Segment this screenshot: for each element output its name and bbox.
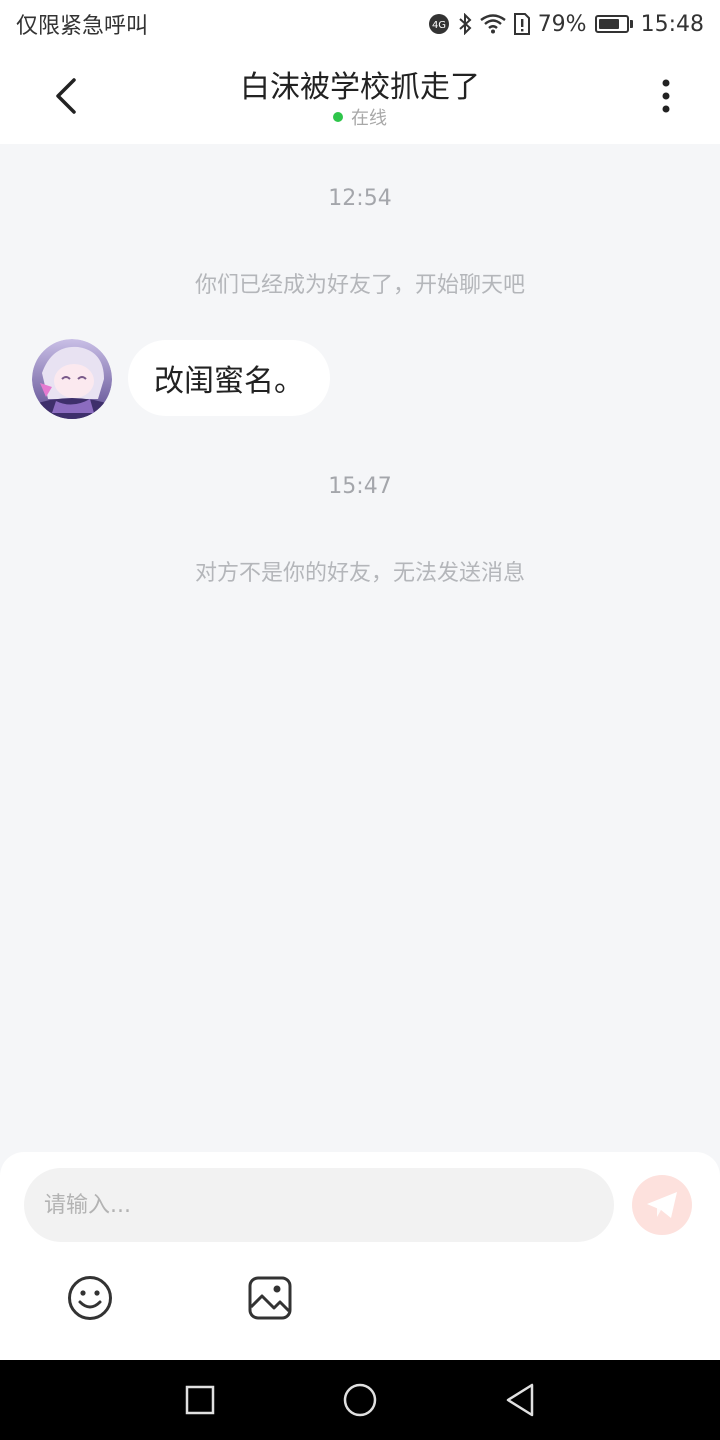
message-bubble[interactable]: 改闺蜜名。 (128, 340, 330, 416)
more-vertical-icon (662, 79, 670, 113)
carrier-text: 仅限紧急呼叫 (16, 14, 149, 39)
system-back-button[interactable] (500, 1380, 540, 1420)
contact-avatar[interactable] (32, 339, 112, 419)
system-message: 对方不是你的好友，无法发送消息 (194, 561, 525, 586)
more-button[interactable] (636, 66, 696, 126)
send-button[interactable] (632, 1175, 692, 1235)
online-status: 在线 (0, 104, 720, 130)
chat-title: 白沫被学校抓走了 (240, 70, 480, 105)
sim-alert-icon (513, 12, 530, 36)
battery-icon (594, 15, 633, 33)
svg-text:4G: 4G (432, 20, 446, 31)
battery-percent: 79% (537, 11, 587, 37)
status-bar: 仅限紧急呼叫 4G 79% 15:48 (0, 0, 720, 48)
home-circle-icon (343, 1383, 377, 1417)
paper-plane-icon (647, 1192, 677, 1218)
chat-header: 白沫被学校抓走了 在线 (0, 48, 720, 144)
image-icon (248, 1276, 292, 1320)
clock: 15:48 (640, 11, 704, 37)
message-list[interactable]: 12:54 你们已经成为好友了，开始聊天吧 改闺蜜名。 15:47 对方不是你的… (0, 144, 720, 1152)
home-button[interactable] (340, 1380, 380, 1420)
back-triangle-icon (506, 1383, 534, 1417)
message-input[interactable] (24, 1168, 614, 1242)
hd-call-icon: 4G (428, 12, 450, 36)
system-nav-bar (0, 1360, 720, 1440)
bluetooth-icon (458, 12, 472, 36)
message-row: 改闺蜜名。 (32, 339, 330, 419)
composer (0, 1152, 720, 1360)
recents-button[interactable] (180, 1380, 220, 1420)
system-message: 你们已经成为好友了，开始聊天吧 (194, 273, 525, 298)
message-timestamp: 15:47 (328, 474, 392, 499)
status-icons: 4G 79% 15:48 (428, 12, 704, 37)
wifi-icon (479, 12, 506, 36)
online-status-text: 在线 (351, 108, 387, 129)
emoji-icon (68, 1276, 112, 1320)
recents-square-icon (185, 1385, 215, 1415)
message-timestamp: 12:54 (328, 186, 392, 211)
emoji-button[interactable] (66, 1274, 114, 1322)
image-button[interactable] (246, 1274, 294, 1322)
online-dot (333, 112, 343, 122)
